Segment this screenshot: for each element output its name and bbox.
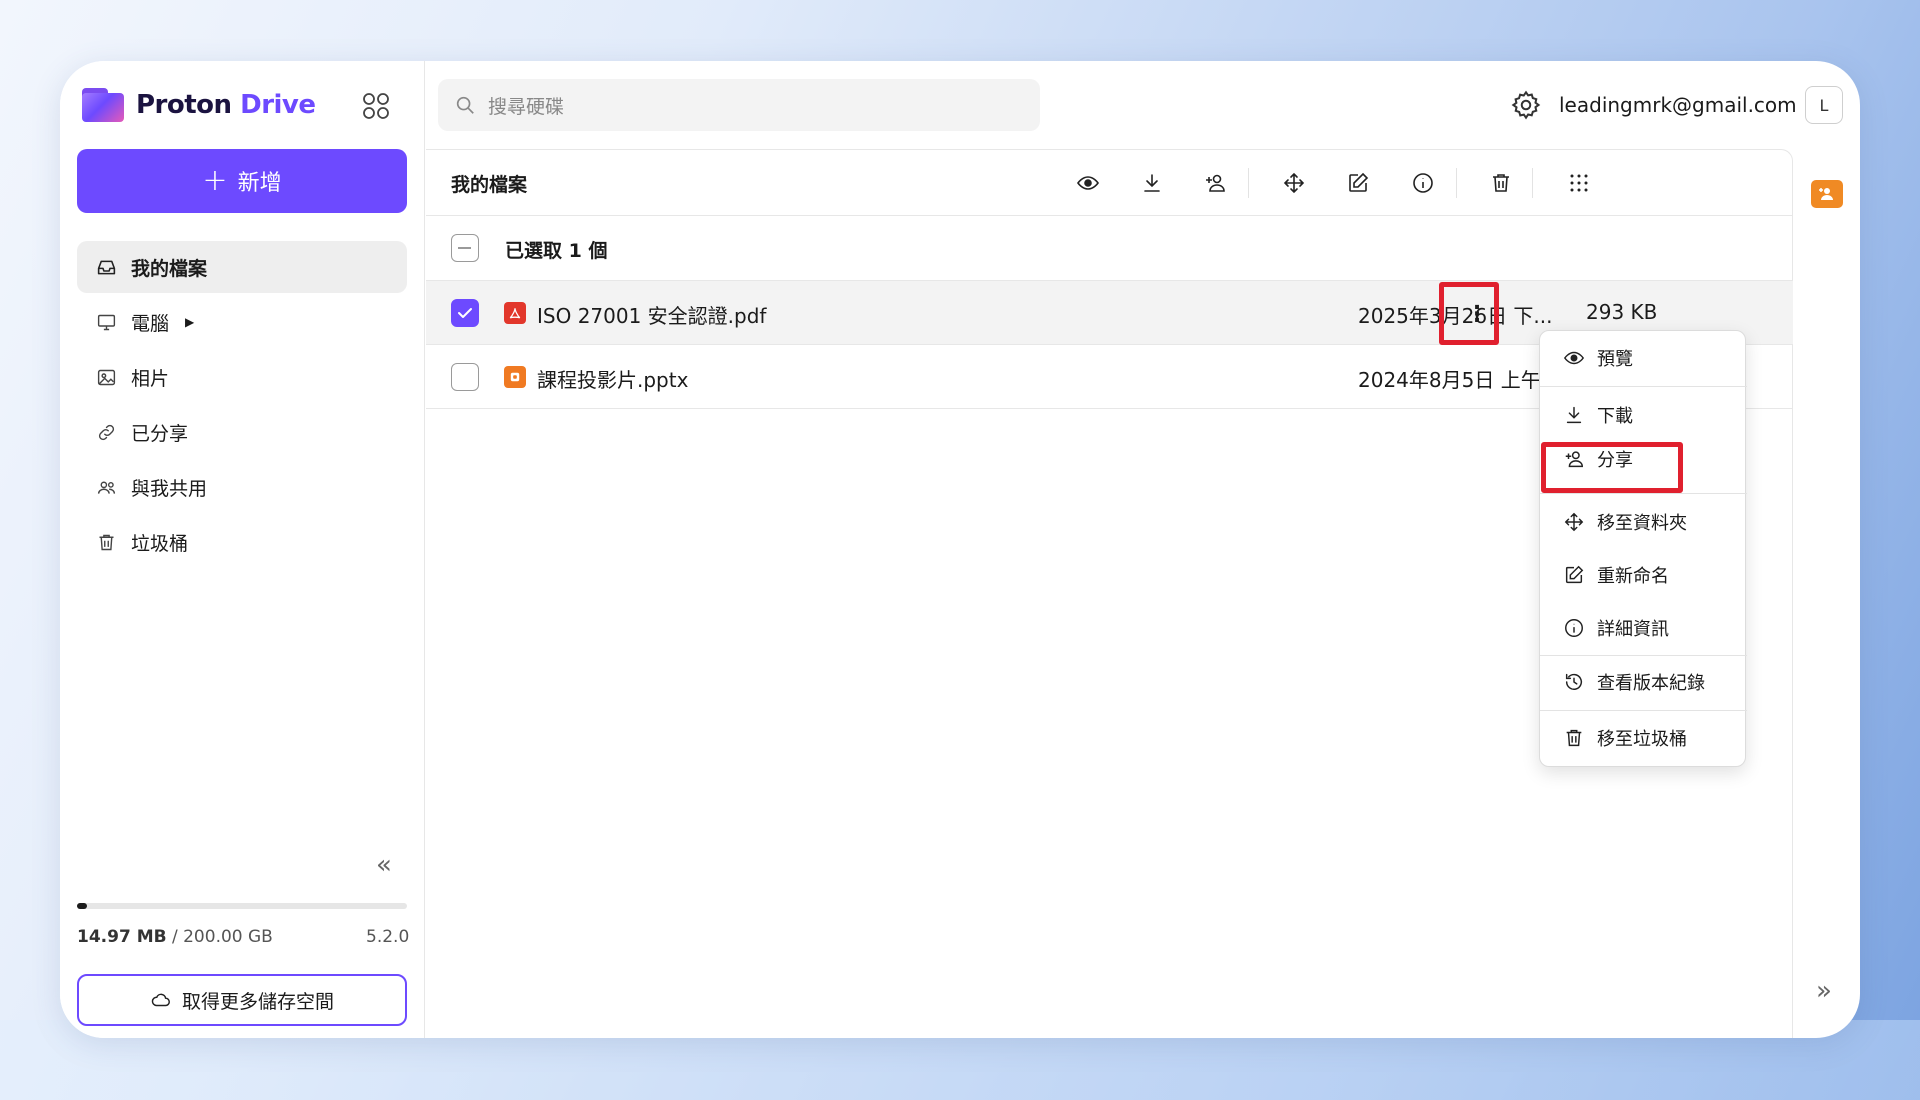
- page-title: 我的檔案: [451, 174, 528, 196]
- history-icon: [1565, 673, 1583, 690]
- download-icon: [1566, 406, 1582, 424]
- rename-icon: [1565, 565, 1584, 584]
- pdf-file-icon: [504, 302, 526, 324]
- menu-item-move-to-trash[interactable]: 移至垃圾桶: [1540, 715, 1747, 761]
- menu-item-details[interactable]: 詳細資訊: [1540, 605, 1747, 651]
- sidebar-item-computers[interactable]: 電腦 ▶: [77, 296, 407, 348]
- sidebar-item-label: 已分享: [131, 422, 189, 445]
- menu-item-rename[interactable]: 重新命名: [1540, 552, 1747, 598]
- menu-item-label: 移至資料夾: [1597, 513, 1687, 534]
- sidebar: Proton Drive + 新增 我的檔案 電腦 ▶ 相片 已分享 與我共用 …: [60, 61, 425, 1038]
- rename-icon[interactable]: [1344, 169, 1372, 197]
- storage-progress-fill: [77, 903, 87, 909]
- storage-used: 14.97 MB: [77, 927, 167, 947]
- new-button[interactable]: + 新增: [77, 149, 407, 213]
- search-placeholder: 搜尋硬碟: [488, 95, 565, 118]
- sidebar-item-label: 相片: [131, 367, 170, 390]
- menu-item-label: 預覽: [1597, 349, 1633, 370]
- download-icon[interactable]: [1138, 169, 1166, 197]
- trash-icon[interactable]: [1487, 169, 1515, 197]
- menu-item-label: 詳細資訊: [1597, 619, 1669, 640]
- collapse-sidebar-icon[interactable]: «: [376, 850, 392, 880]
- shared-contacts-icon[interactable]: [1811, 180, 1843, 208]
- logo-text: Proton Drive: [136, 90, 316, 120]
- drive-folder-logo-icon: [82, 88, 124, 122]
- highlight-box-more: [1439, 282, 1499, 345]
- file-modified: 2024年8月5日 上午...: [1358, 368, 1560, 392]
- trash-icon: [1566, 729, 1582, 747]
- file-size: 293 KB: [1586, 300, 1658, 324]
- image-icon: [95, 366, 117, 388]
- trash-icon: [95, 531, 117, 553]
- context-menu: 預覽 下載 分享 移至資料夾 重新命名 詳細資訊 查看版本紀錄 移至垃圾桶: [1539, 330, 1747, 767]
- sidebar-item-shared[interactable]: 已分享: [77, 406, 407, 458]
- menu-item-download[interactable]: 下載: [1540, 392, 1747, 438]
- menu-item-label: 下載: [1597, 406, 1633, 427]
- grid-view-icon[interactable]: [1565, 169, 1593, 197]
- storage-usage: 14.97 MB / 200.00 GB: [77, 927, 273, 947]
- apps-grid-icon[interactable]: [360, 90, 392, 122]
- move-icon[interactable]: [1280, 169, 1308, 197]
- menu-item-label: 移至垃圾桶: [1597, 729, 1687, 750]
- file-name[interactable]: ISO 27001 安全認證.pdf: [537, 300, 766, 329]
- sidebar-item-trash[interactable]: 垃圾桶: [77, 516, 407, 568]
- sidebar-nav: 我的檔案 電腦 ▶ 相片 已分享 與我共用 垃圾桶: [77, 241, 407, 571]
- search-icon: [456, 96, 474, 114]
- cloud-icon: [151, 993, 170, 1007]
- file-name[interactable]: 課程投影片.pptx: [537, 364, 688, 393]
- sidebar-item-my-files[interactable]: 我的檔案: [77, 241, 407, 293]
- app-version: 5.2.0: [366, 927, 410, 947]
- menu-item-label: 查看版本紀錄: [1597, 673, 1705, 694]
- settings-gear-icon[interactable]: [1510, 89, 1542, 121]
- menu-item-version-history[interactable]: 查看版本紀錄: [1540, 659, 1747, 705]
- eye-icon: [1563, 351, 1585, 365]
- account-email[interactable]: leadingmrk@gmail.com: [1559, 93, 1797, 117]
- plus-icon: +: [202, 163, 228, 198]
- row-checkbox[interactable]: [451, 363, 479, 391]
- info-icon[interactable]: [1409, 169, 1437, 197]
- new-button-label: 新增: [237, 171, 282, 196]
- pptx-file-icon: [504, 366, 526, 388]
- inbox-icon: [95, 256, 117, 278]
- avatar[interactable]: L: [1805, 86, 1843, 124]
- sidebar-item-photos[interactable]: 相片: [77, 351, 407, 403]
- menu-item-label: 重新命名: [1597, 566, 1669, 587]
- get-more-storage-label: 取得更多儲存空間: [181, 990, 334, 1013]
- get-more-storage-button[interactable]: 取得更多儲存空間: [77, 974, 407, 1026]
- monitor-icon: [95, 311, 117, 333]
- share-user-icon[interactable]: [1201, 169, 1229, 197]
- app-window: Proton Drive + 新增 我的檔案 電腦 ▶ 相片 已分享 與我共用 …: [60, 61, 1860, 1038]
- menu-item-move[interactable]: 移至資料夾: [1540, 499, 1747, 545]
- menu-item-preview[interactable]: 預覽: [1540, 335, 1747, 381]
- list-header: 已選取 1 個: [426, 216, 1793, 281]
- toolbar: 我的檔案: [426, 150, 1793, 216]
- move-icon: [1564, 512, 1584, 532]
- selection-count: 已選取 1 個: [505, 240, 608, 262]
- sidebar-item-shared-with-me[interactable]: 與我共用: [77, 461, 407, 513]
- row-checkbox[interactable]: [451, 299, 479, 327]
- storage-total: / 200.00 GB: [171, 927, 273, 947]
- select-all-checkbox[interactable]: [451, 234, 479, 262]
- preview-eye-icon[interactable]: [1074, 169, 1102, 197]
- caret-right-icon[interactable]: ▶: [185, 315, 194, 329]
- sidebar-item-label: 我的檔案: [131, 257, 208, 280]
- sidebar-item-label: 電腦: [131, 312, 170, 335]
- search-input[interactable]: 搜尋硬碟: [438, 79, 1040, 131]
- users-icon: [95, 476, 117, 498]
- expand-drawer-icon[interactable]: »: [1816, 976, 1832, 1006]
- sidebar-item-label: 與我共用: [131, 477, 208, 500]
- sidebar-item-label: 垃圾桶: [131, 532, 189, 555]
- link-icon: [95, 421, 117, 443]
- highlight-box-share: [1541, 442, 1683, 493]
- storage-progress-bar: [77, 903, 407, 909]
- info-icon: [1565, 619, 1583, 637]
